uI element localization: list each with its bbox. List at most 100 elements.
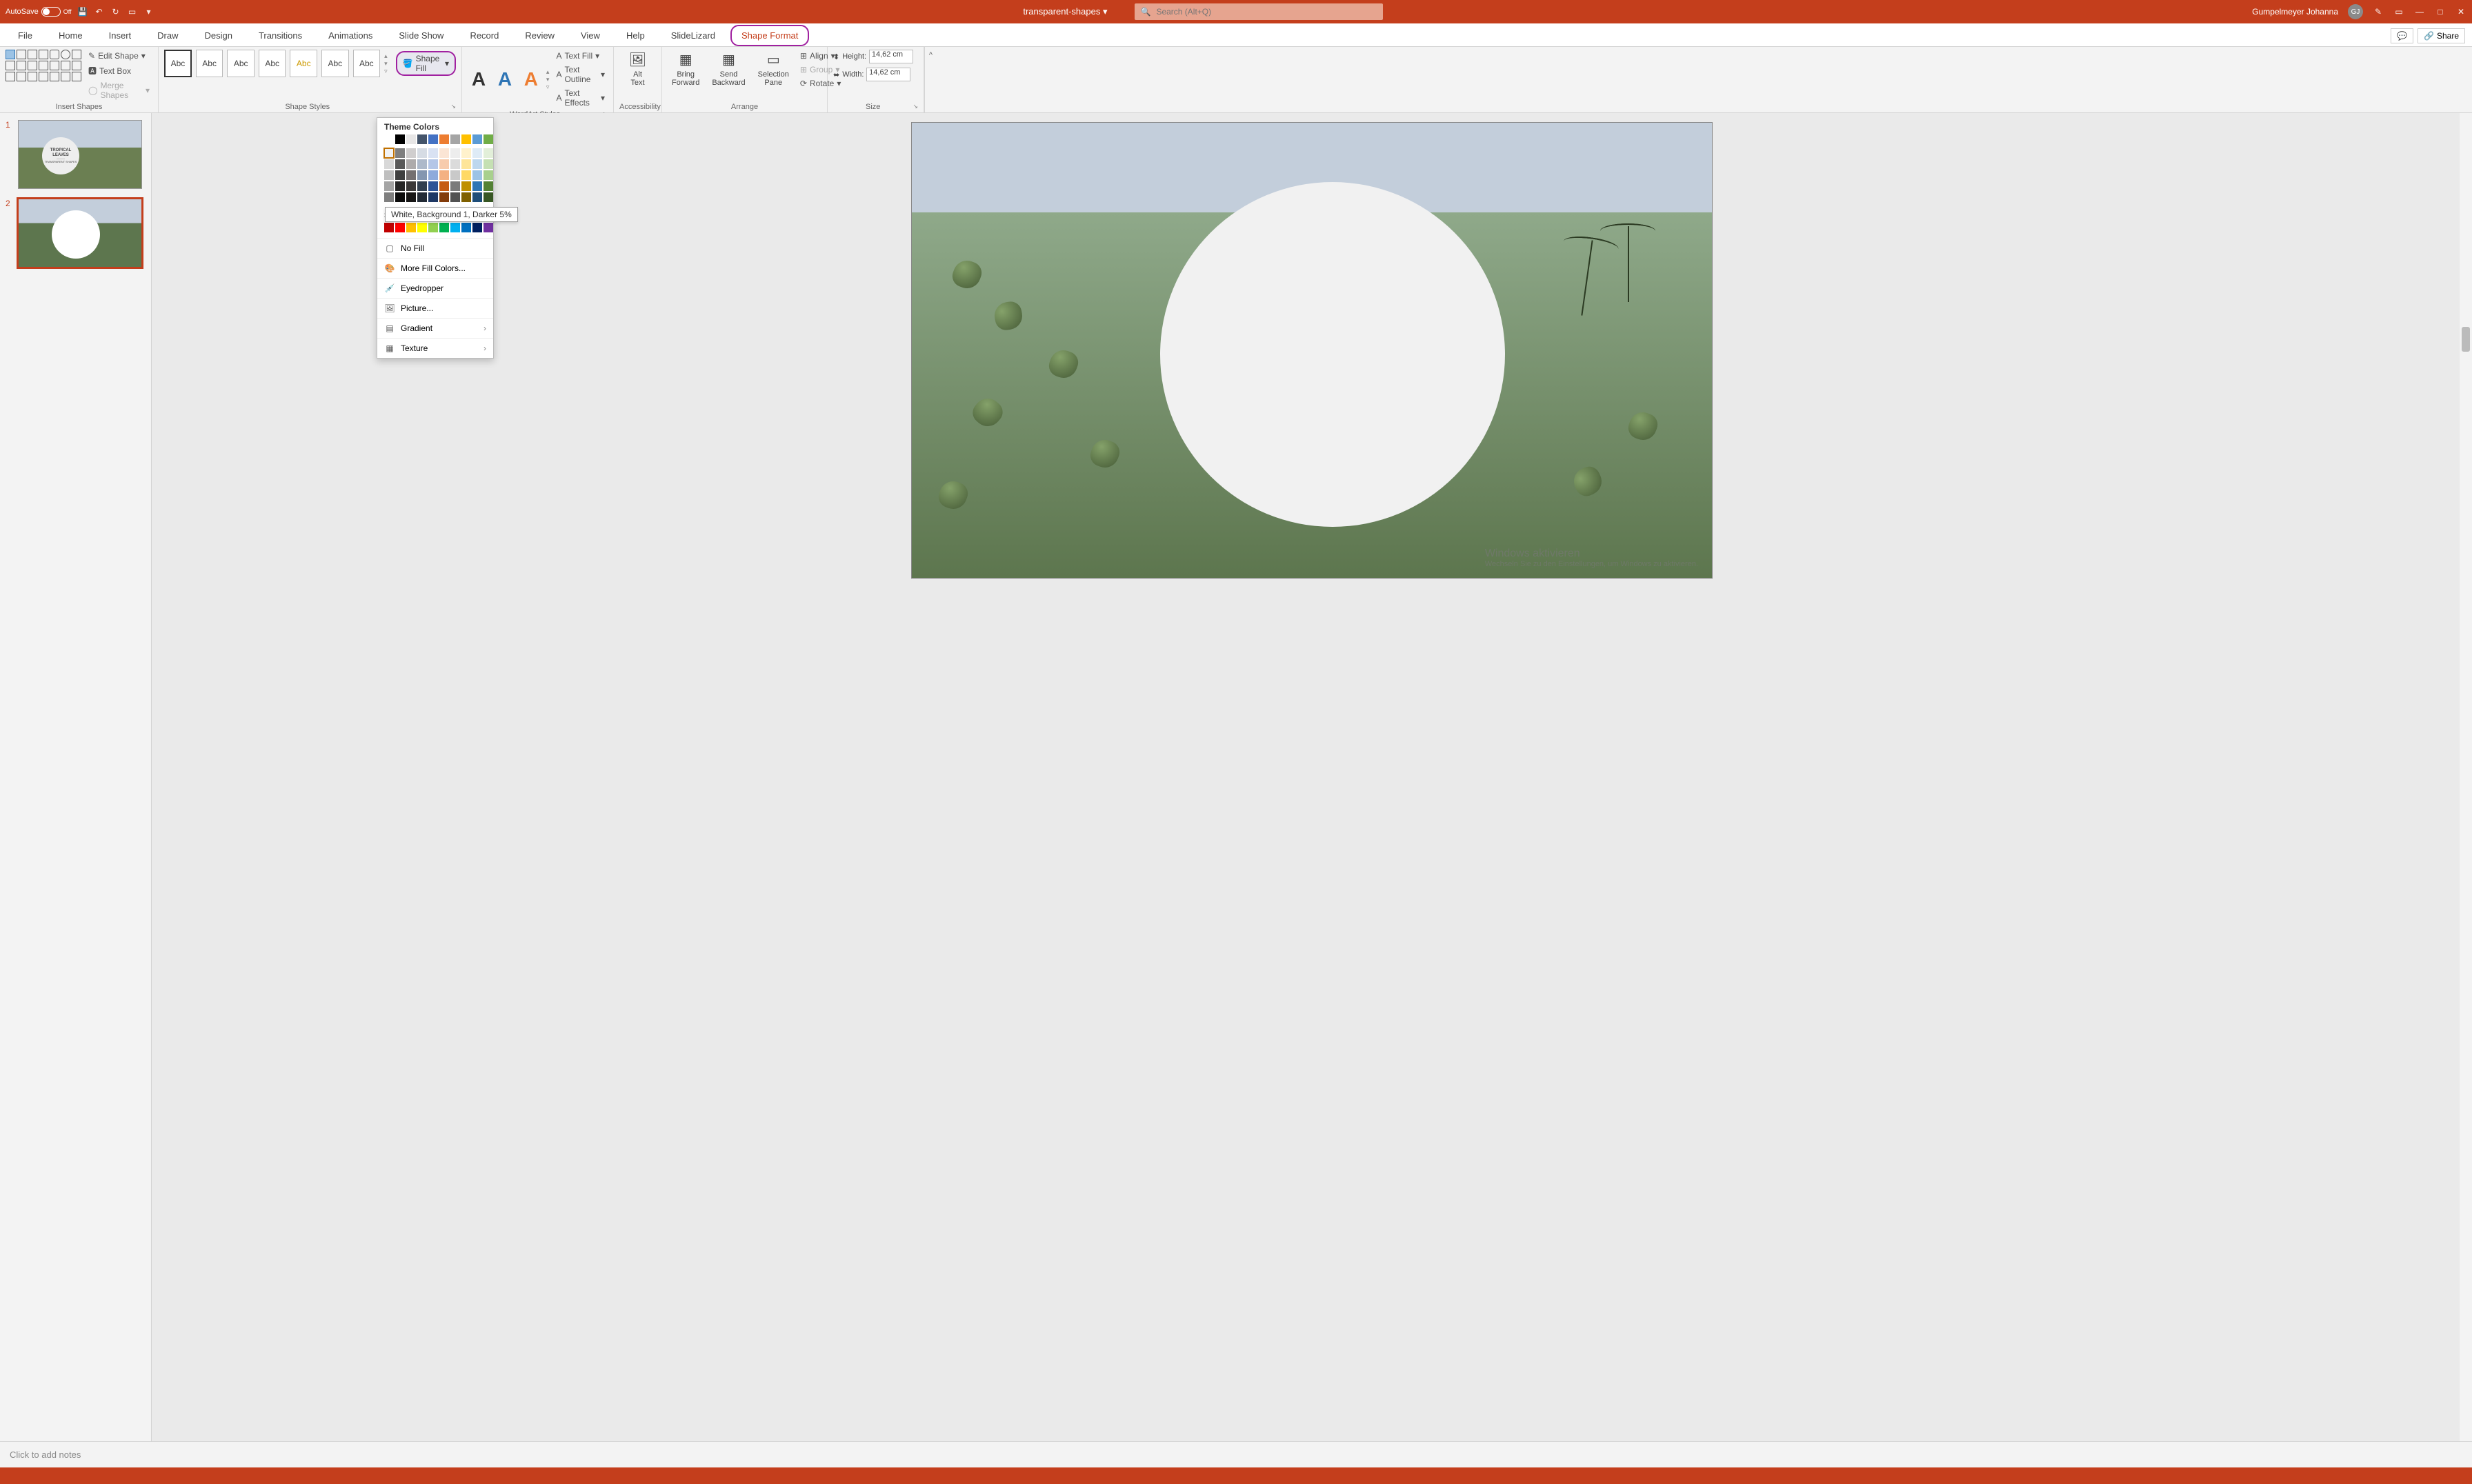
color-swatch[interactable] <box>406 159 416 169</box>
tab-transitions[interactable]: Transitions <box>248 25 313 46</box>
color-swatch[interactable] <box>406 170 416 180</box>
tab-help[interactable]: Help <box>615 25 656 46</box>
width-input[interactable]: 14,62 cm <box>866 68 910 81</box>
color-swatch[interactable] <box>384 170 394 180</box>
bring-forward-button[interactable]: ▦Bring Forward <box>668 50 704 87</box>
color-swatch[interactable] <box>439 134 449 144</box>
alt-text-button[interactable]: 🖼Alt Text <box>624 50 652 87</box>
color-swatch[interactable] <box>461 223 471 232</box>
text-box-button[interactable]: 🅰 Text Box <box>86 63 152 78</box>
color-swatch[interactable] <box>484 159 493 169</box>
text-fill-button[interactable]: A Text Fill ▾ <box>553 50 608 62</box>
tab-shape-format[interactable]: Shape Format <box>730 25 809 46</box>
wordart-preset[interactable]: A <box>494 66 516 92</box>
texture-fill-item[interactable]: ▦Texture› <box>377 338 493 358</box>
color-swatch[interactable] <box>450 192 460 202</box>
shape-style-preset[interactable]: Abc <box>321 50 349 77</box>
tab-slidelizard[interactable]: SlideLizard <box>660 25 726 46</box>
color-swatch[interactable] <box>472 134 482 144</box>
shape-style-preset[interactable]: Abc <box>290 50 317 77</box>
color-swatch[interactable] <box>461 170 471 180</box>
user-avatar[interactable]: GJ <box>2348 4 2363 19</box>
tab-home[interactable]: Home <box>48 25 94 46</box>
color-swatch[interactable] <box>450 170 460 180</box>
document-name[interactable]: transparent-shapes ▾ <box>1023 6 1107 17</box>
dialog-launcher-icon[interactable]: ↘ <box>450 103 456 110</box>
color-swatch[interactable] <box>417 134 427 144</box>
color-swatch[interactable] <box>439 181 449 191</box>
color-swatch[interactable] <box>395 134 405 144</box>
collapse-ribbon-icon[interactable]: ^ <box>924 47 937 112</box>
slide-thumbnail-1[interactable]: TROPICAL LEAVES ——— TRANSPARENT SHAPES <box>18 120 142 189</box>
tab-slideshow[interactable]: Slide Show <box>388 25 455 46</box>
undo-icon[interactable]: ↶ <box>94 6 105 17</box>
tab-record[interactable]: Record <box>459 25 510 46</box>
color-swatch[interactable] <box>461 134 471 144</box>
wordart-more-icon[interactable]: ▴▾▿ <box>546 68 550 91</box>
color-swatch[interactable] <box>406 181 416 191</box>
color-swatch[interactable] <box>417 148 427 158</box>
tab-draw[interactable]: Draw <box>146 25 189 46</box>
send-backward-button[interactable]: ▦Send Backward <box>708 50 749 87</box>
shape-style-preset[interactable]: Abc <box>196 50 223 77</box>
color-swatch[interactable] <box>395 148 405 158</box>
gradient-fill-item[interactable]: ▤Gradient› <box>377 318 493 338</box>
color-swatch[interactable] <box>406 223 416 232</box>
color-swatch[interactable] <box>450 148 460 158</box>
more-fill-colors-item[interactable]: 🎨More Fill Colors... <box>377 258 493 278</box>
tab-view[interactable]: View <box>570 25 611 46</box>
color-swatch[interactable] <box>484 134 493 144</box>
shape-style-preset[interactable]: Abc <box>227 50 255 77</box>
color-swatch[interactable] <box>428 170 438 180</box>
color-swatch[interactable] <box>395 159 405 169</box>
selection-pane-button[interactable]: ▭Selection Pane <box>754 50 793 87</box>
comments-button[interactable]: 💬 <box>2391 28 2413 43</box>
color-swatch[interactable] <box>384 181 394 191</box>
shape-circle[interactable] <box>1160 182 1505 527</box>
height-input[interactable]: 14,62 cm <box>869 50 913 63</box>
wordart-preset[interactable]: A <box>520 66 542 92</box>
color-swatch[interactable] <box>472 192 482 202</box>
color-swatch[interactable] <box>439 223 449 232</box>
color-swatch[interactable] <box>472 181 482 191</box>
slide-canvas[interactable]: Windows aktivieren Wechseln Sie zu den E… <box>912 123 1712 578</box>
color-swatch[interactable] <box>461 148 471 158</box>
shape-style-preset[interactable]: Abc <box>259 50 286 77</box>
text-effects-button[interactable]: A Text Effects ▾ <box>553 87 608 109</box>
color-swatch[interactable] <box>450 181 460 191</box>
color-swatch[interactable] <box>439 170 449 180</box>
no-fill-item[interactable]: ▢No Fill <box>377 238 493 258</box>
color-swatch[interactable] <box>439 148 449 158</box>
pen-icon[interactable]: ✎ <box>2373 6 2384 17</box>
autosave-toggle[interactable]: AutoSave Off <box>6 7 72 17</box>
color-swatch[interactable] <box>428 181 438 191</box>
color-swatch[interactable] <box>461 192 471 202</box>
close-icon[interactable]: ✕ <box>2455 6 2466 17</box>
color-swatch[interactable] <box>484 148 493 158</box>
search-box[interactable]: 🔍 <box>1135 3 1383 20</box>
minimize-icon[interactable]: — <box>2414 6 2425 17</box>
tab-file[interactable]: File <box>7 25 43 46</box>
search-input[interactable] <box>1156 7 1377 17</box>
color-swatch[interactable] <box>406 148 416 158</box>
color-swatch[interactable] <box>484 170 493 180</box>
tab-design[interactable]: Design <box>194 25 243 46</box>
color-swatch[interactable] <box>417 192 427 202</box>
color-swatch[interactable] <box>428 159 438 169</box>
dialog-launcher-icon[interactable]: ↘ <box>913 103 918 110</box>
color-swatch[interactable] <box>439 159 449 169</box>
shape-style-preset[interactable]: Abc <box>353 50 381 77</box>
picture-fill-item[interactable]: 🖼Picture... <box>377 298 493 318</box>
qat-more-icon[interactable]: ▾ <box>143 6 154 17</box>
color-swatch[interactable] <box>484 223 493 232</box>
color-swatch[interactable] <box>417 170 427 180</box>
color-swatch[interactable] <box>384 159 394 169</box>
color-swatch[interactable] <box>439 192 449 202</box>
notes-pane[interactable]: Click to add notes <box>0 1441 2472 1467</box>
color-swatch[interactable] <box>450 159 460 169</box>
color-swatch[interactable] <box>395 181 405 191</box>
color-swatch[interactable] <box>450 223 460 232</box>
text-outline-button[interactable]: A Text Outline ▾ <box>553 63 608 86</box>
share-button[interactable]: 🔗 Share <box>2418 28 2465 43</box>
shapes-gallery[interactable] <box>6 50 81 81</box>
